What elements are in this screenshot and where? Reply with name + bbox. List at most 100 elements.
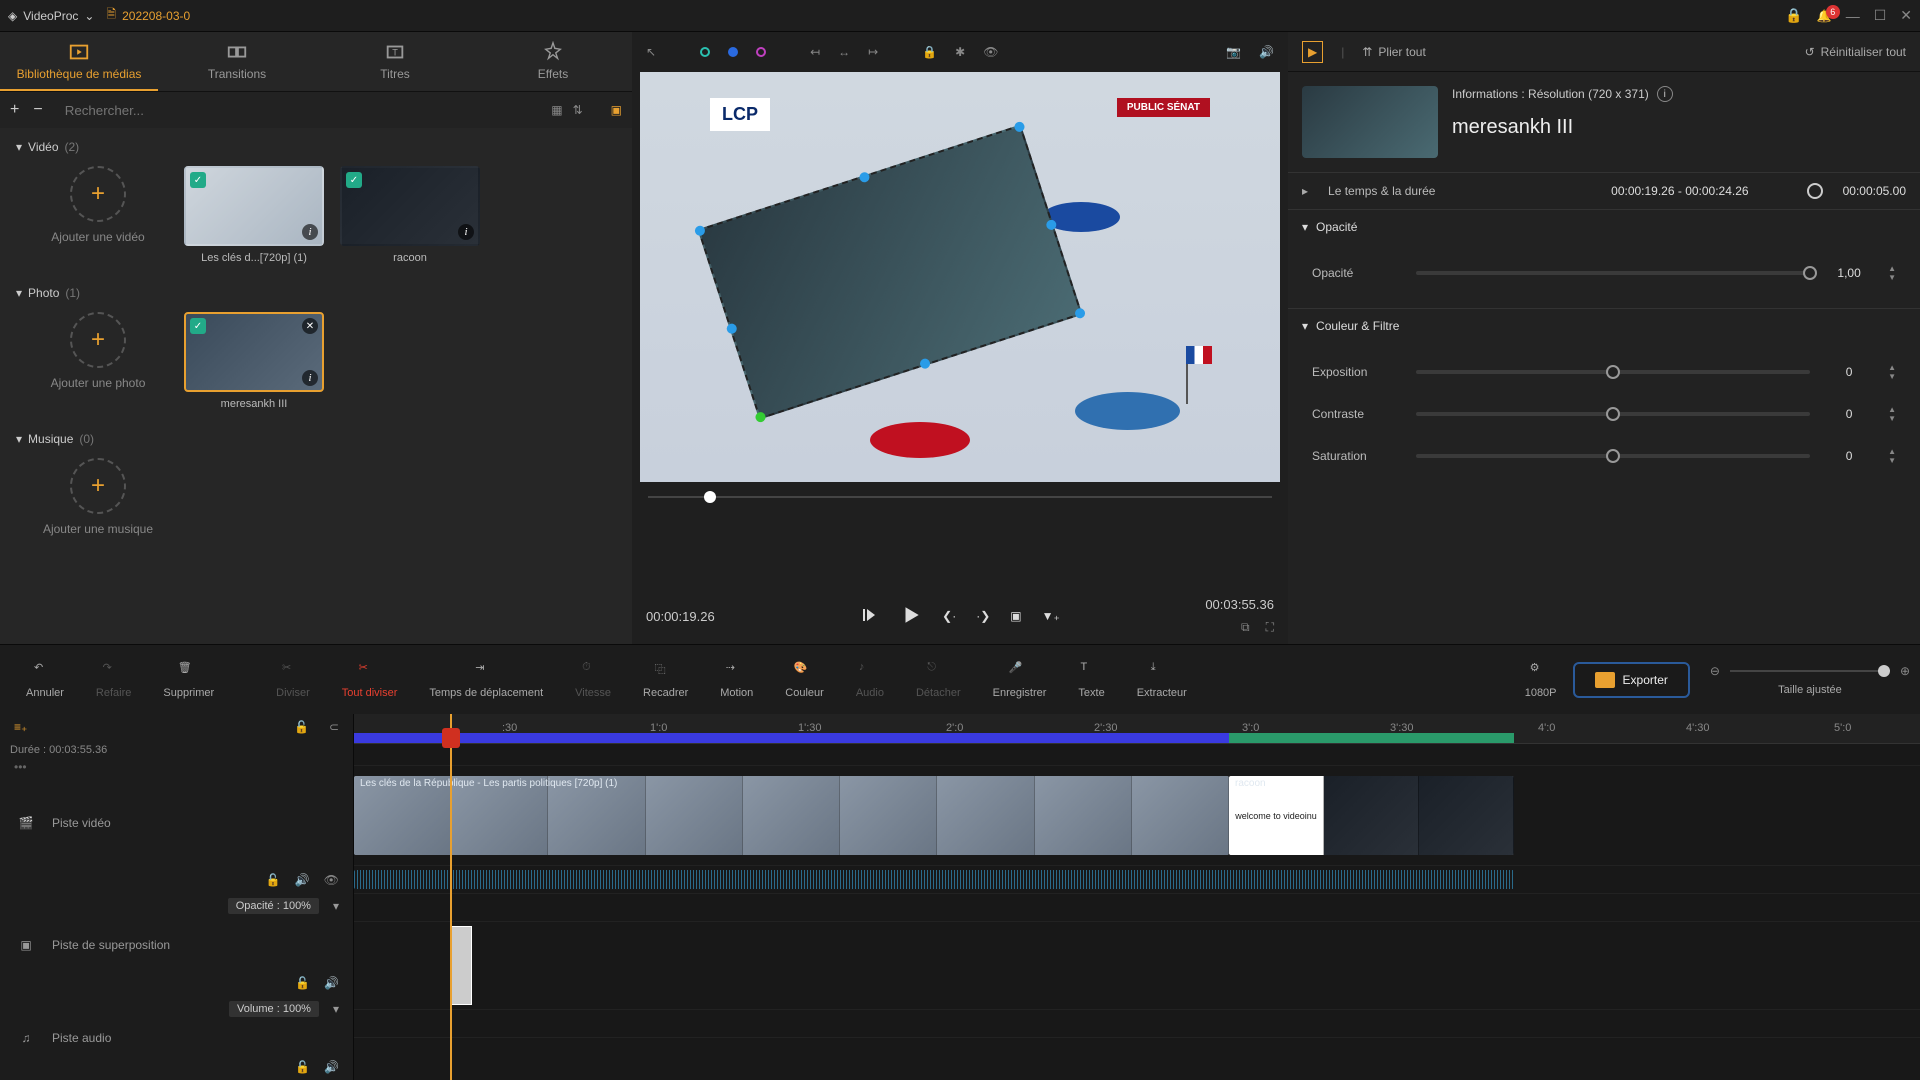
overlay-image[interactable] [697, 124, 1082, 419]
step-back-icon[interactable] [860, 605, 880, 628]
search-input[interactable] [57, 99, 538, 122]
overlay-track-header[interactable]: ▣ Piste de superposition [0, 919, 353, 970]
add-media-button[interactable]: + [10, 101, 19, 119]
split-button[interactable]: ✂Diviser [260, 661, 326, 699]
audio-track-header[interactable]: ♫ Piste audio [0, 1022, 353, 1055]
timeline-video-track[interactable]: Les clés de la République - Les partis p… [354, 766, 1920, 866]
cursor-tool-icon[interactable]: ↖ [646, 45, 656, 59]
volume-icon[interactable]: 🔊 [1259, 45, 1274, 59]
saturation-slider[interactable] [1416, 454, 1810, 458]
notifications-button[interactable]: 🔔 6 [1817, 9, 1832, 23]
opacity-slider[interactable] [1416, 271, 1810, 275]
extract-button[interactable]: ⤓Extracteur [1121, 661, 1203, 699]
timeline-ruler[interactable]: :30 1':0 1':30 2':0 2':30 3':0 3':30 4':… [354, 714, 1920, 744]
undo-button[interactable]: ↶Annuler [10, 661, 80, 699]
color-filter-section-header[interactable]: ▾Couleur & Filtre [1288, 309, 1920, 343]
timeline-audio-track[interactable] [354, 1038, 1920, 1080]
safe-zone-icon[interactable]: ▣ [1010, 609, 1021, 623]
project-name[interactable]: 🗎 202208-03-0 [106, 5, 190, 26]
next-frame-icon[interactable]: ·❯ [976, 609, 990, 623]
add-music-button[interactable]: + [70, 458, 126, 514]
remove-media-button[interactable]: − [33, 101, 42, 119]
properties-tab-icon[interactable]: ▶ [1302, 41, 1323, 63]
mute-track-icon[interactable]: 🔊 [324, 976, 339, 990]
detach-button[interactable]: ⎋Détacher [900, 661, 977, 699]
tab-media-library[interactable]: Bibliothèque de médias [0, 32, 158, 91]
chevron-down-icon[interactable]: ▾ [333, 1002, 339, 1016]
lock-icon[interactable]: 🔒 [1785, 7, 1802, 24]
media-item[interactable]: ✓✕i meresankh III [184, 312, 324, 410]
target-icon[interactable]: ✱ [955, 45, 965, 59]
video-clip[interactable]: racoon welcome to videoinu [1229, 776, 1514, 855]
marker-color-magenta[interactable] [756, 47, 766, 57]
delete-button[interactable]: 🗑Supprimer [147, 661, 230, 699]
split-all-button[interactable]: ✂Tout diviser [326, 661, 414, 699]
timeline-audio-wave-track[interactable] [354, 866, 1920, 894]
lock-track-icon[interactable]: 🔓 [295, 976, 310, 990]
tab-transitions[interactable]: Transitions [158, 32, 316, 91]
add-track-icon[interactable]: ≡₊ [14, 720, 27, 734]
speed-button[interactable]: ⏱Vitesse [559, 661, 627, 699]
info-icon[interactable]: i [302, 370, 318, 386]
prev-frame-icon[interactable]: ❮· [942, 609, 956, 623]
saturation-spinner[interactable]: ▲▼ [1888, 447, 1896, 465]
detach-preview-icon[interactable]: ⧉ [1241, 620, 1250, 635]
hide-track-icon[interactable]: 👁 [324, 873, 339, 887]
volume-chip[interactable]: Volume : 100% [229, 1001, 319, 1017]
close-button[interactable]: ✕ [1900, 7, 1912, 24]
motion-button[interactable]: ⇢Motion [704, 661, 769, 699]
lock-track-icon[interactable]: 🔓 [266, 873, 281, 887]
preview-canvas[interactable]: LCP PUBLIC SÉNAT [640, 72, 1280, 482]
info-icon[interactable]: i [302, 224, 318, 240]
preview-scrubber[interactable] [640, 482, 1280, 512]
minimize-button[interactable]: — [1846, 8, 1860, 24]
tab-titles[interactable]: T Titres [316, 32, 474, 91]
record-button[interactable]: 🎤Enregistrer [977, 661, 1063, 699]
lock-track-icon[interactable]: 🔓 [295, 1060, 310, 1074]
exposure-slider[interactable] [1416, 370, 1810, 374]
magnet-icon[interactable]: ⊂ [329, 720, 339, 734]
remove-icon[interactable]: ✕ [302, 318, 318, 334]
sort-icon[interactable]: ⇅ [573, 103, 583, 117]
audio-button[interactable]: ♪Audio [840, 661, 900, 699]
info-icon[interactable]: i [1657, 86, 1673, 102]
tab-effects[interactable]: Effets [474, 32, 632, 91]
ripple-delete-button[interactable]: ⇥Temps de déplacement [413, 661, 559, 699]
lock-icon[interactable]: 🔓 [294, 720, 309, 734]
snapshot-icon[interactable]: 📷 [1226, 45, 1241, 59]
export-button[interactable]: Exporter [1573, 662, 1690, 698]
zoom-out-icon[interactable]: ⊖ [1710, 664, 1720, 678]
lock-icon[interactable]: 🔒 [922, 45, 937, 59]
zoom-in-icon[interactable]: ⊕ [1900, 664, 1910, 678]
info-icon[interactable]: i [458, 224, 474, 240]
saturation-value[interactable]: 0 [1824, 449, 1874, 463]
opacity-chip[interactable]: Opacité : 100% [228, 898, 319, 914]
exposure-value[interactable]: 0 [1824, 365, 1874, 379]
add-photo-button[interactable]: + [70, 312, 126, 368]
panel-toggle-icon[interactable]: ▣ [611, 103, 622, 117]
contrast-slider[interactable] [1416, 412, 1810, 416]
overlay-clip[interactable] [450, 926, 472, 1005]
zoom-slider[interactable] [1730, 670, 1890, 672]
mark-range-icon[interactable]: ↔ [838, 45, 850, 59]
mark-out-icon[interactable]: ↦ [868, 45, 878, 59]
time-section-label[interactable]: Le temps & la durée [1328, 184, 1435, 198]
media-item[interactable]: ✓i Les clés d...[720p] (1) [184, 166, 324, 264]
grid-view-icon[interactable]: ▦ [551, 103, 562, 117]
add-video-button[interactable]: + [70, 166, 126, 222]
mute-track-icon[interactable]: 🔊 [295, 873, 310, 887]
fullscreen-icon[interactable]: ⛶ [1266, 620, 1274, 635]
marker-color-teal[interactable] [700, 47, 710, 57]
chevron-down-icon[interactable]: ▾ [333, 899, 339, 913]
app-menu[interactable]: ◈ VideoProc ⌄ [8, 9, 94, 23]
resolution-button[interactable]: ⚙1080P [1509, 661, 1573, 699]
opacity-value[interactable]: 1,00 [1824, 266, 1874, 280]
mark-in-icon[interactable]: ↤ [810, 45, 820, 59]
video-clip[interactable]: Les clés de la République - Les partis p… [354, 776, 1229, 855]
marker-color-blue[interactable] [728, 47, 738, 57]
music-section-header[interactable]: ▾ Musique (0) [8, 428, 624, 450]
text-button[interactable]: TTexte [1062, 661, 1120, 699]
chevron-right-icon[interactable]: ▸ [1302, 184, 1308, 198]
video-section-header[interactable]: ▾ Vidéo (2) [8, 136, 624, 158]
crop-button[interactable]: ⿻Recadrer [627, 661, 704, 699]
